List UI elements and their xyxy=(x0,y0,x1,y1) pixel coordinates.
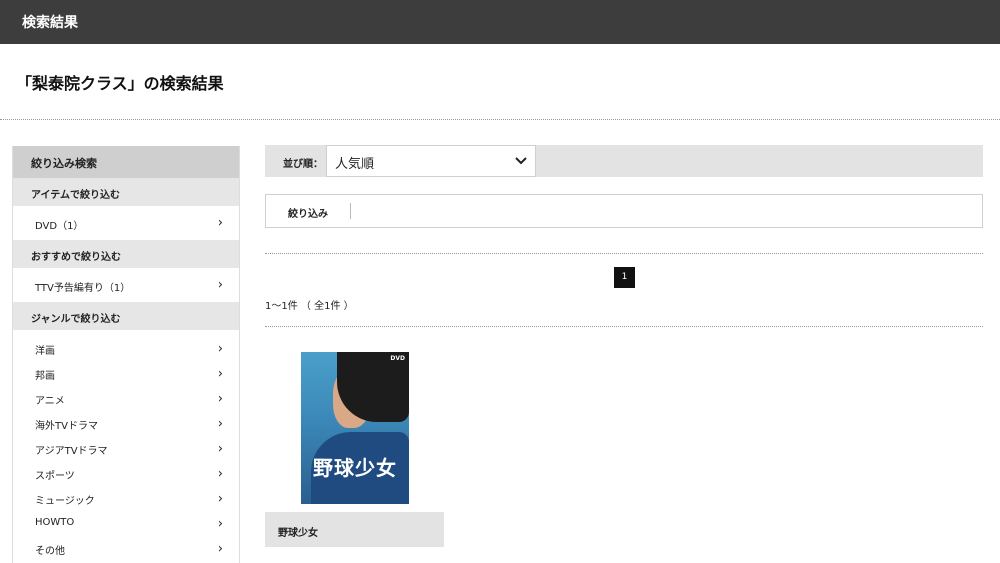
product-cover-image[interactable]: 野球少女 DVD xyxy=(301,352,409,504)
sidebar-item-dvd[interactable]: DVD（1） › xyxy=(13,206,239,240)
sidebar-item-trailer[interactable]: TTV予告編有り（1） › xyxy=(13,268,239,302)
product-title[interactable]: 野球少女 xyxy=(265,512,444,547)
sidebar-item-label: 海外TVドラマ xyxy=(35,421,98,432)
sidebar-item-label: 洋画 xyxy=(35,346,55,357)
divider xyxy=(265,253,983,254)
chevron-right-icon: › xyxy=(217,491,223,506)
sidebar-item-other[interactable]: その他 › xyxy=(13,536,239,561)
sort-label: 並び順： xyxy=(283,159,323,170)
sidebar-item-label: DVD（1） xyxy=(35,221,84,232)
sidebar-item-label: アニメ xyxy=(35,396,65,407)
sidebar-item-howto[interactable]: HOWTO › xyxy=(13,511,239,536)
sidebar-item-overseas-drama[interactable]: 海外TVドラマ › xyxy=(13,411,239,436)
dvd-badge: DVD xyxy=(390,355,405,362)
chevron-right-icon: › xyxy=(217,416,223,431)
top-header-bar: 検索結果 xyxy=(0,0,1000,44)
chevron-right-icon: › xyxy=(217,541,223,556)
sidebar-item-label: HOWTO xyxy=(35,517,75,528)
sidebar-item-label: その他 xyxy=(35,546,65,557)
chevron-right-icon: › xyxy=(217,277,223,293)
filter-bar: 絞り込み xyxy=(265,194,983,228)
cover-title-text: 野球少女 xyxy=(313,456,397,480)
sidebar-section-item: アイテムで絞り込む xyxy=(13,178,239,206)
page-title: 「梨泰院クラス」の検索結果 xyxy=(16,74,224,93)
chevron-right-icon: › xyxy=(217,215,223,231)
filter-button[interactable]: 絞り込み xyxy=(288,205,328,220)
header-title: 検索結果 xyxy=(22,15,78,31)
divider xyxy=(350,203,351,219)
chevron-right-icon: › xyxy=(217,441,223,456)
chevron-right-icon: › xyxy=(217,466,223,481)
sidebar-item-label: アジアTVドラマ xyxy=(35,446,108,457)
sidebar-item-japanese-film[interactable]: 邦画 › xyxy=(13,361,239,386)
page-number-current[interactable]: 1 xyxy=(614,267,635,288)
sidebar-item-asian-drama[interactable]: アジアTVドラマ › xyxy=(13,436,239,461)
sidebar-title: 絞り込み検索 xyxy=(13,146,239,178)
sort-select[interactable]: 人気順 xyxy=(326,145,536,177)
sidebar-item-western-film[interactable]: 洋画 › xyxy=(13,336,239,361)
sidebar-item-music[interactable]: ミュージック › xyxy=(13,486,239,511)
sort-selected-value: 人気順 xyxy=(335,157,375,172)
sidebar-item-label: TTV予告編有り（1） xyxy=(35,283,131,294)
chevron-right-icon: › xyxy=(217,341,223,356)
divider xyxy=(265,326,983,327)
result-count: 1〜1件 （ 全1件 ） xyxy=(265,301,354,312)
sidebar-section-recommend: おすすめで絞り込む xyxy=(13,240,239,268)
sidebar-item-label: ミュージック xyxy=(35,496,95,507)
filter-sidebar: 絞り込み検索 アイテムで絞り込む DVD（1） › おすすめで絞り込む TTV予… xyxy=(12,146,240,563)
sidebar-item-label: 邦画 xyxy=(35,371,55,382)
chevron-right-icon: › xyxy=(217,366,223,381)
divider xyxy=(0,119,1000,120)
chevron-down-icon xyxy=(515,154,527,168)
sidebar-item-anime[interactable]: アニメ › xyxy=(13,386,239,411)
chevron-right-icon: › xyxy=(217,391,223,406)
sort-bar: 並び順： 人気順 xyxy=(265,145,983,177)
sidebar-item-label: スポーツ xyxy=(35,471,75,482)
chevron-right-icon: › xyxy=(217,516,223,531)
sidebar-item-sports[interactable]: スポーツ › xyxy=(13,461,239,486)
sidebar-section-genre: ジャンルで絞り込む xyxy=(13,302,239,330)
